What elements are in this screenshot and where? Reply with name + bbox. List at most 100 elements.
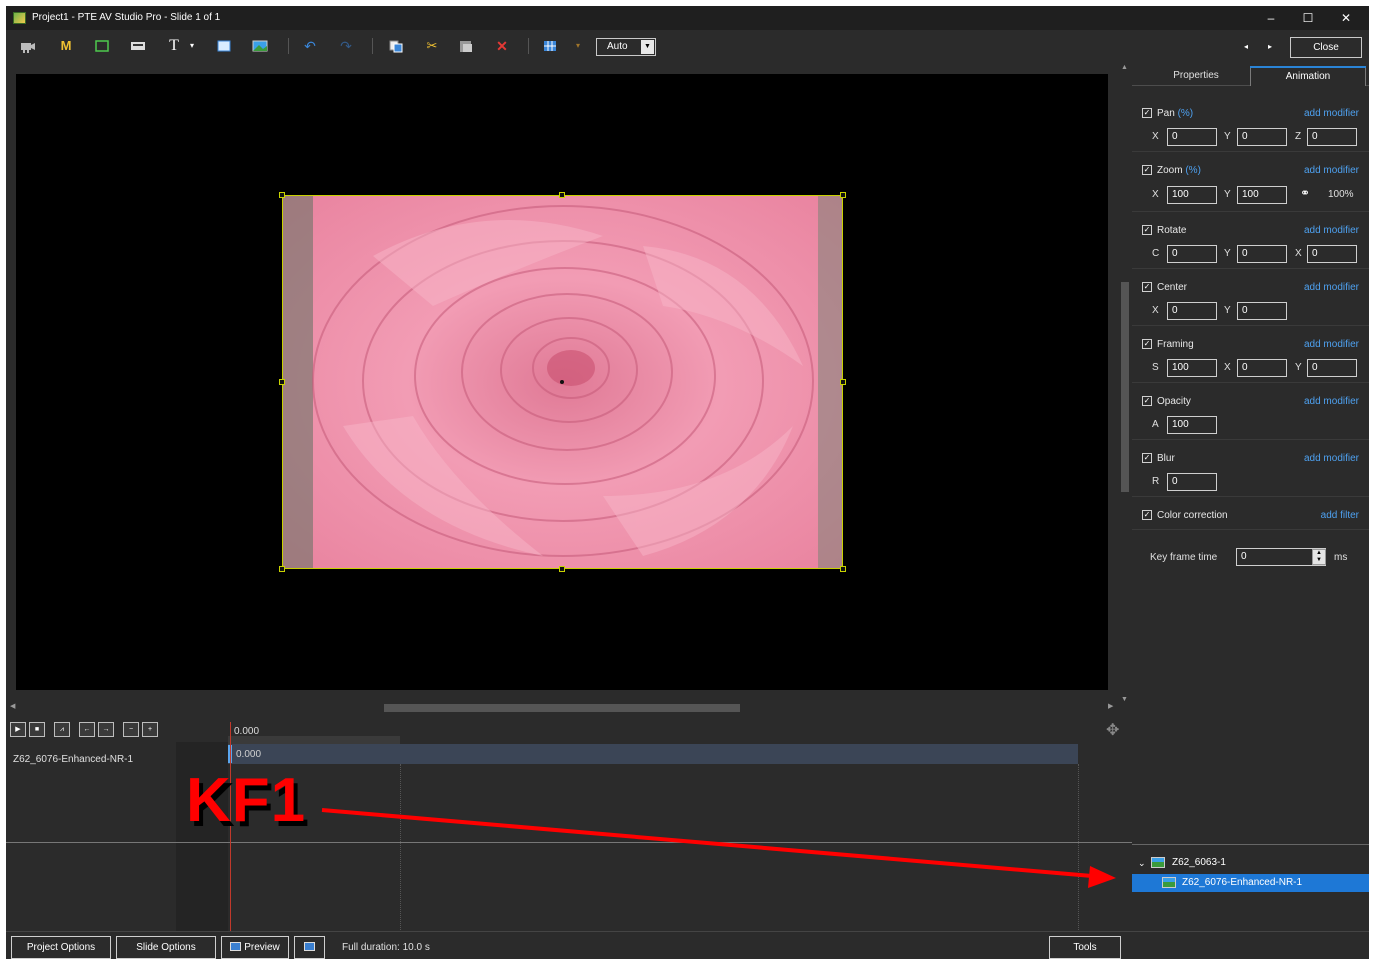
minimize-button[interactable]: – bbox=[1256, 9, 1286, 27]
rotate-y-field[interactable]: 0 bbox=[1237, 245, 1287, 263]
project-options-button[interactable]: Project Options bbox=[11, 936, 111, 959]
zoom-x-field[interactable]: 100 bbox=[1167, 186, 1217, 204]
prev-keyframe-button[interactable]: ← bbox=[79, 722, 95, 737]
waveform-button[interactable]: ⩘ bbox=[54, 722, 70, 737]
resize-handle[interactable] bbox=[279, 566, 285, 572]
grid-icon[interactable] bbox=[542, 38, 558, 54]
chevron-down-icon[interactable]: ⌄ bbox=[1138, 854, 1146, 872]
framing-checkbox[interactable]: ✓ bbox=[1142, 339, 1152, 349]
blur-r-field[interactable]: 0 bbox=[1167, 473, 1217, 491]
tools-button[interactable]: Tools bbox=[1049, 936, 1121, 959]
tab-animation[interactable]: Animation bbox=[1250, 66, 1366, 86]
link-icon[interactable]: ⚭ bbox=[1300, 186, 1310, 200]
center-y-field[interactable]: 0 bbox=[1237, 302, 1287, 320]
resize-handle[interactable] bbox=[840, 379, 846, 385]
image-icon[interactable] bbox=[252, 38, 268, 54]
preview-fullscreen-button[interactable] bbox=[294, 936, 325, 959]
rotate-add-modifier-link[interactable]: add modifier bbox=[1304, 225, 1359, 236]
add-keyframe-button[interactable]: + bbox=[142, 722, 158, 737]
preview-vertical-scrollbar[interactable]: ▲ ▼ bbox=[1119, 62, 1131, 707]
timeline-ruler[interactable] bbox=[228, 736, 400, 744]
add-filter-link[interactable]: add filter bbox=[1321, 510, 1359, 521]
tree-item-parent[interactable]: ⌄ Z62_6063-1 bbox=[1132, 854, 1369, 872]
remove-keyframe-button[interactable]: − bbox=[123, 722, 139, 737]
blur-checkbox[interactable]: ✓ bbox=[1142, 453, 1152, 463]
delete-icon[interactable]: ✕ bbox=[494, 38, 510, 54]
tree-item-child-label: Z62_6076-Enhanced-NR-1 bbox=[1182, 877, 1303, 888]
camera-icon[interactable] bbox=[20, 38, 36, 54]
stepper-down-icon[interactable]: ▼ bbox=[1313, 557, 1325, 564]
slide-options-button[interactable]: Slide Options bbox=[116, 936, 216, 959]
play-button[interactable]: ▶ bbox=[10, 722, 26, 737]
center-checkbox[interactable]: ✓ bbox=[1142, 282, 1152, 292]
scroll-down-icon[interactable]: ▼ bbox=[1121, 696, 1128, 703]
framing-s-field[interactable]: 100 bbox=[1167, 359, 1217, 377]
center-point[interactable] bbox=[560, 380, 564, 384]
maximize-button[interactable]: ☐ bbox=[1293, 9, 1323, 27]
rectangle-icon[interactable] bbox=[94, 38, 110, 54]
tab-properties[interactable]: Properties bbox=[1144, 66, 1248, 86]
center-add-modifier-link[interactable]: add modifier bbox=[1304, 282, 1359, 293]
m-icon[interactable]: M bbox=[58, 38, 74, 54]
zoom-y-field[interactable]: 100 bbox=[1237, 186, 1287, 204]
stepper-up-icon[interactable]: ▲ bbox=[1313, 550, 1325, 557]
kf1-annotation: KF1 bbox=[186, 766, 307, 835]
keyframe-time-label: Key frame time bbox=[1150, 552, 1218, 563]
resize-handle[interactable] bbox=[279, 379, 285, 385]
resize-handle[interactable] bbox=[279, 192, 285, 198]
track-bar[interactable] bbox=[228, 744, 1078, 764]
grid-dropdown-icon[interactable]: ▾ bbox=[570, 38, 586, 54]
preview-button[interactable]: Preview bbox=[221, 936, 289, 959]
color-correction-checkbox[interactable]: ✓ bbox=[1142, 510, 1152, 520]
framing-add-modifier-link[interactable]: add modifier bbox=[1304, 339, 1359, 350]
pan-add-modifier-link[interactable]: add modifier bbox=[1304, 108, 1359, 119]
prev-slide-icon[interactable]: ◂ bbox=[1244, 42, 1248, 51]
paste-icon[interactable] bbox=[458, 38, 474, 54]
copy-icon[interactable] bbox=[388, 38, 404, 54]
pan-checkbox[interactable]: ✓ bbox=[1142, 108, 1152, 118]
preview-horizontal-scrollbar[interactable]: ◀ ▶ bbox=[6, 702, 1119, 714]
scrollbar-thumb[interactable] bbox=[384, 704, 740, 712]
scroll-left-icon[interactable]: ◀ bbox=[10, 702, 15, 710]
scrollbar-thumb[interactable] bbox=[1121, 282, 1129, 492]
subtitle-icon[interactable] bbox=[130, 38, 146, 54]
track-name[interactable]: Z62_6076-Enhanced-NR-1 bbox=[13, 754, 133, 765]
zoom-mode-select[interactable]: Auto ▼ bbox=[596, 38, 656, 56]
frame-icon[interactable] bbox=[216, 38, 232, 54]
zoom-checkbox[interactable]: ✓ bbox=[1142, 165, 1152, 175]
opacity-add-modifier-link[interactable]: add modifier bbox=[1304, 396, 1359, 407]
text-dropdown-icon[interactable]: ▾ bbox=[184, 38, 200, 54]
framing-x-field[interactable]: 0 bbox=[1237, 359, 1287, 377]
close-window-button[interactable]: ✕ bbox=[1331, 9, 1361, 27]
cut-icon[interactable]: ✂ bbox=[424, 38, 440, 54]
keyframe-time-stepper[interactable]: ▲ ▼ bbox=[1312, 549, 1326, 565]
resize-handle[interactable] bbox=[840, 566, 846, 572]
blur-add-modifier-link[interactable]: add modifier bbox=[1304, 453, 1359, 464]
opacity-checkbox[interactable]: ✓ bbox=[1142, 396, 1152, 406]
rotate-c-field[interactable]: 0 bbox=[1167, 245, 1217, 263]
redo-icon[interactable]: ↷ bbox=[338, 38, 354, 54]
next-slide-icon[interactable]: ▸ bbox=[1268, 42, 1272, 51]
scroll-right-icon[interactable]: ▶ bbox=[1108, 702, 1113, 710]
pan-x-field[interactable]: 0 bbox=[1167, 128, 1217, 146]
rotate-checkbox[interactable]: ✓ bbox=[1142, 225, 1152, 235]
framing-y-field[interactable]: 0 bbox=[1307, 359, 1357, 377]
close-button[interactable]: Close bbox=[1290, 37, 1362, 58]
undo-icon[interactable]: ↶ bbox=[302, 38, 318, 54]
opacity-a-field[interactable]: 100 bbox=[1167, 416, 1217, 434]
pan-y-field[interactable]: 0 bbox=[1237, 128, 1287, 146]
scroll-up-icon[interactable]: ▲ bbox=[1121, 64, 1128, 71]
text-icon[interactable]: T bbox=[166, 38, 182, 54]
zoom-add-modifier-link[interactable]: add modifier bbox=[1304, 165, 1359, 176]
resize-handle[interactable] bbox=[840, 192, 846, 198]
pan-z-field[interactable]: 0 bbox=[1307, 128, 1357, 146]
stop-button[interactable]: ■ bbox=[29, 722, 45, 737]
move-icon[interactable]: ✥ bbox=[1106, 720, 1119, 740]
rotate-x-field[interactable]: 0 bbox=[1307, 245, 1357, 263]
timeline-divider bbox=[6, 842, 1132, 843]
resize-handle[interactable] bbox=[559, 192, 565, 198]
resize-handle[interactable] bbox=[559, 566, 565, 572]
center-x-field[interactable]: 0 bbox=[1167, 302, 1217, 320]
next-keyframe-button[interactable]: → bbox=[98, 722, 114, 737]
tree-item-child[interactable]: Z62_6076-Enhanced-NR-1 bbox=[1132, 874, 1369, 892]
